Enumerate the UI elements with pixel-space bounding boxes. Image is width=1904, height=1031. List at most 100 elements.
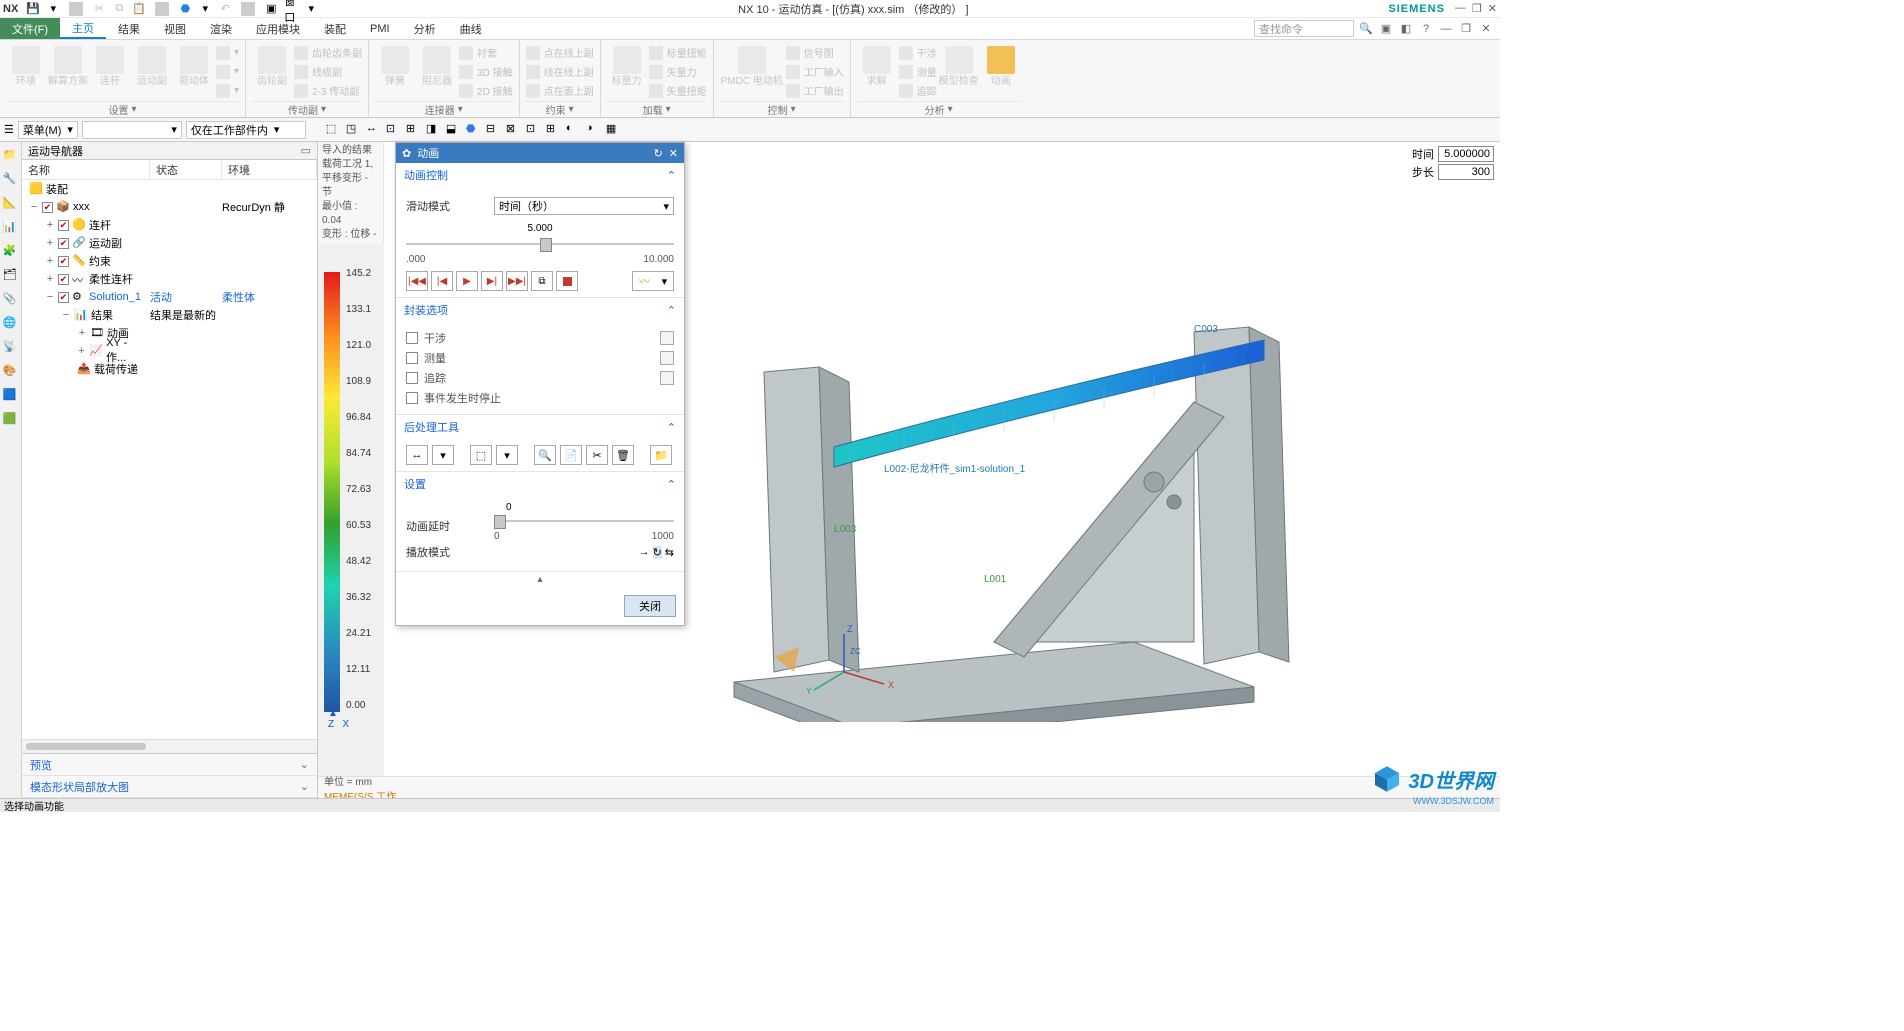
file-menu[interactable]: 文件(F) <box>0 18 60 39</box>
rb-max-icon[interactable]: ❐ <box>1458 21 1474 37</box>
ana-sub3[interactable]: 追踪 <box>899 82 937 100</box>
post-i6[interactable]: 🗑 <box>612 445 634 465</box>
col-env[interactable]: 环境 <box>222 160 317 179</box>
col-name[interactable]: 名称 <box>22 160 150 179</box>
tb-i14[interactable]: ◑ <box>586 122 602 138</box>
trace-opts[interactable] <box>660 371 674 385</box>
help-icon[interactable]: ? <box>1418 21 1434 37</box>
btn-solve[interactable]: 求解 <box>857 42 897 101</box>
tab-assembly[interactable]: 装配 <box>312 18 358 39</box>
chk-trace[interactable]: 追踪 <box>406 368 674 388</box>
tab-analyze[interactable]: 分析 <box>402 18 448 39</box>
conn-sub3[interactable]: 2D 接触 <box>459 82 513 100</box>
close-button[interactable]: ✕ <box>1488 2 1497 15</box>
setup-sub3[interactable]: ▾ <box>216 82 239 100</box>
tb-i1[interactable]: ⬚ <box>326 122 342 138</box>
post-i4[interactable]: 📄 <box>560 445 582 465</box>
post-i1[interactable]: ↔ <box>406 445 428 465</box>
btn-modelcheck[interactable]: 模型检查 <box>939 42 979 101</box>
tb-i7[interactable]: ⬓ <box>446 122 462 138</box>
tb-i4[interactable]: ⊡ <box>386 122 402 138</box>
coupler-sub1[interactable]: 齿轮齿条副 <box>294 44 362 62</box>
btn-sforce[interactable]: 标量力 <box>607 42 647 101</box>
nav-preview[interactable]: 预览⌄ <box>22 754 317 776</box>
sec-pack-header[interactable]: 封装选项⌃ <box>396 298 684 322</box>
tb-i3[interactable]: ↔ <box>366 122 382 138</box>
dialog-collapse-icon[interactable]: ▴ <box>396 572 684 587</box>
load-sub1[interactable]: 标量扭矩 <box>649 44 707 62</box>
ana-sub1[interactable]: 干涉 <box>899 44 937 62</box>
playmode-pingpong[interactable]: ⇆ <box>665 546 674 559</box>
nav-hscroll[interactable] <box>22 739 317 753</box>
post-i2[interactable]: ⬚ <box>470 445 492 465</box>
btn-link[interactable]: 连杆 <box>90 42 130 101</box>
rb-i2[interactable]: 🔧 <box>3 172 19 188</box>
ana-sub2[interactable]: 测量 <box>899 63 937 81</box>
btn-driver[interactable]: 驱动体 <box>174 42 214 101</box>
tab-pmi[interactable]: PMI <box>358 18 402 39</box>
qat-copy-icon[interactable]: ⧉ <box>112 2 126 16</box>
rb-min-icon[interactable]: — <box>1438 21 1454 37</box>
ctrl-sub3[interactable]: 工厂输出 <box>786 82 844 100</box>
rb-i4[interactable]: 📊 <box>3 220 19 236</box>
cons-sub2[interactable]: 线在线上副 <box>526 63 594 81</box>
tb-i6[interactable]: ◨ <box>426 122 442 138</box>
nav-modal[interactable]: 模态形状局部放大图⌄ <box>22 776 317 798</box>
filter-scope[interactable]: 仅在工作部件内▾ <box>186 121 306 139</box>
last-button[interactable]: ▶▶| <box>506 271 528 291</box>
tb-i8[interactable]: ⬣ <box>466 122 482 138</box>
delay-slider[interactable] <box>494 513 674 529</box>
rb-i7[interactable]: 📎 <box>3 292 19 308</box>
btn-joint[interactable]: 运动副 <box>132 42 172 101</box>
rb-i12[interactable]: 🟩 <box>3 412 19 428</box>
conn-sub1[interactable]: 衬套 <box>459 44 513 62</box>
playmode-once[interactable]: → <box>639 546 650 559</box>
command-search[interactable]: 查找命令 <box>1254 20 1354 37</box>
rb-i3[interactable]: 📐 <box>3 196 19 212</box>
btn-anim[interactable]: 动画 <box>981 42 1021 101</box>
tb-i13[interactable]: ◐ <box>566 122 582 138</box>
search-icon[interactable]: 🔍 <box>1358 21 1374 37</box>
btn-pmdc[interactable]: PMDC 电动机 <box>720 42 784 101</box>
nav-close-icon[interactable]: ▭ <box>301 144 311 157</box>
rb-a-icon[interactable]: ▣ <box>1378 21 1394 37</box>
nav-tree[interactable]: 🟨装配 −✔📦xxxRecurDyn 静 +✔🟡连杆 +✔🔗运动副 +✔📏约束 … <box>22 180 317 739</box>
coupler-sub2[interactable]: 线缆副 <box>294 63 362 81</box>
time-slider[interactable] <box>406 236 674 252</box>
coupler-sub3[interactable]: 2-3 传动副 <box>294 82 362 100</box>
rb-nav-icon[interactable]: 📁 <box>3 148 19 164</box>
rb-b-icon[interactable]: ◧ <box>1398 21 1414 37</box>
cons-sub3[interactable]: 点在面上副 <box>526 82 594 100</box>
rb-i9[interactable]: 📡 <box>3 340 19 356</box>
conn-sub2[interactable]: 3D 接触 <box>459 63 513 81</box>
btn-env[interactable]: 环境 <box>6 42 46 101</box>
qat-save-icon[interactable]: 💾 <box>26 2 40 16</box>
qat-undo-icon[interactable]: ↶ <box>218 2 232 16</box>
rb-i5[interactable]: 🧩 <box>3 244 19 260</box>
next-button[interactable]: ▶| <box>481 271 503 291</box>
tb-i12[interactable]: ⊞ <box>546 122 562 138</box>
qat-dd-icon[interactable]: ▾ <box>46 2 60 16</box>
btn-solution[interactable]: 解算方案 <box>48 42 88 101</box>
dialog-reset-icon[interactable]: ↻ <box>654 147 663 160</box>
record-button[interactable]: ⧉ <box>531 271 553 291</box>
dialog-close-icon[interactable]: ✕ <box>669 147 678 160</box>
btn-spring[interactable]: 弹簧 <box>375 42 415 101</box>
tb-i9[interactable]: ⊟ <box>486 122 502 138</box>
tb-i11[interactable]: ⊡ <box>526 122 542 138</box>
playmode-loop[interactable]: ↻ <box>653 546 662 559</box>
tab-curve[interactable]: 曲线 <box>448 18 494 39</box>
setup-sub2[interactable]: ▾ <box>216 63 239 81</box>
dialog-titlebar[interactable]: ✿ 动画 ↻ ✕ <box>396 143 684 163</box>
load-sub3[interactable]: 矢量扭矩 <box>649 82 707 100</box>
post-i1b[interactable]: ▾ <box>432 445 454 465</box>
ctrl-sub2[interactable]: 工厂输入 <box>786 63 844 81</box>
col-state[interactable]: 状态 <box>150 160 222 179</box>
chk-stop-on-event[interactable]: 事件发生时停止 <box>406 388 674 408</box>
hud-step-input[interactable] <box>1438 164 1494 180</box>
qat-cut-icon[interactable]: ✂ <box>92 2 106 16</box>
filter-a[interactable]: ▾ <box>82 121 182 139</box>
play-options[interactable]: 〰▾ <box>632 271 674 291</box>
qat-window-icon[interactable]: ▣ <box>264 2 278 16</box>
play-button[interactable]: ▶ <box>456 271 478 291</box>
